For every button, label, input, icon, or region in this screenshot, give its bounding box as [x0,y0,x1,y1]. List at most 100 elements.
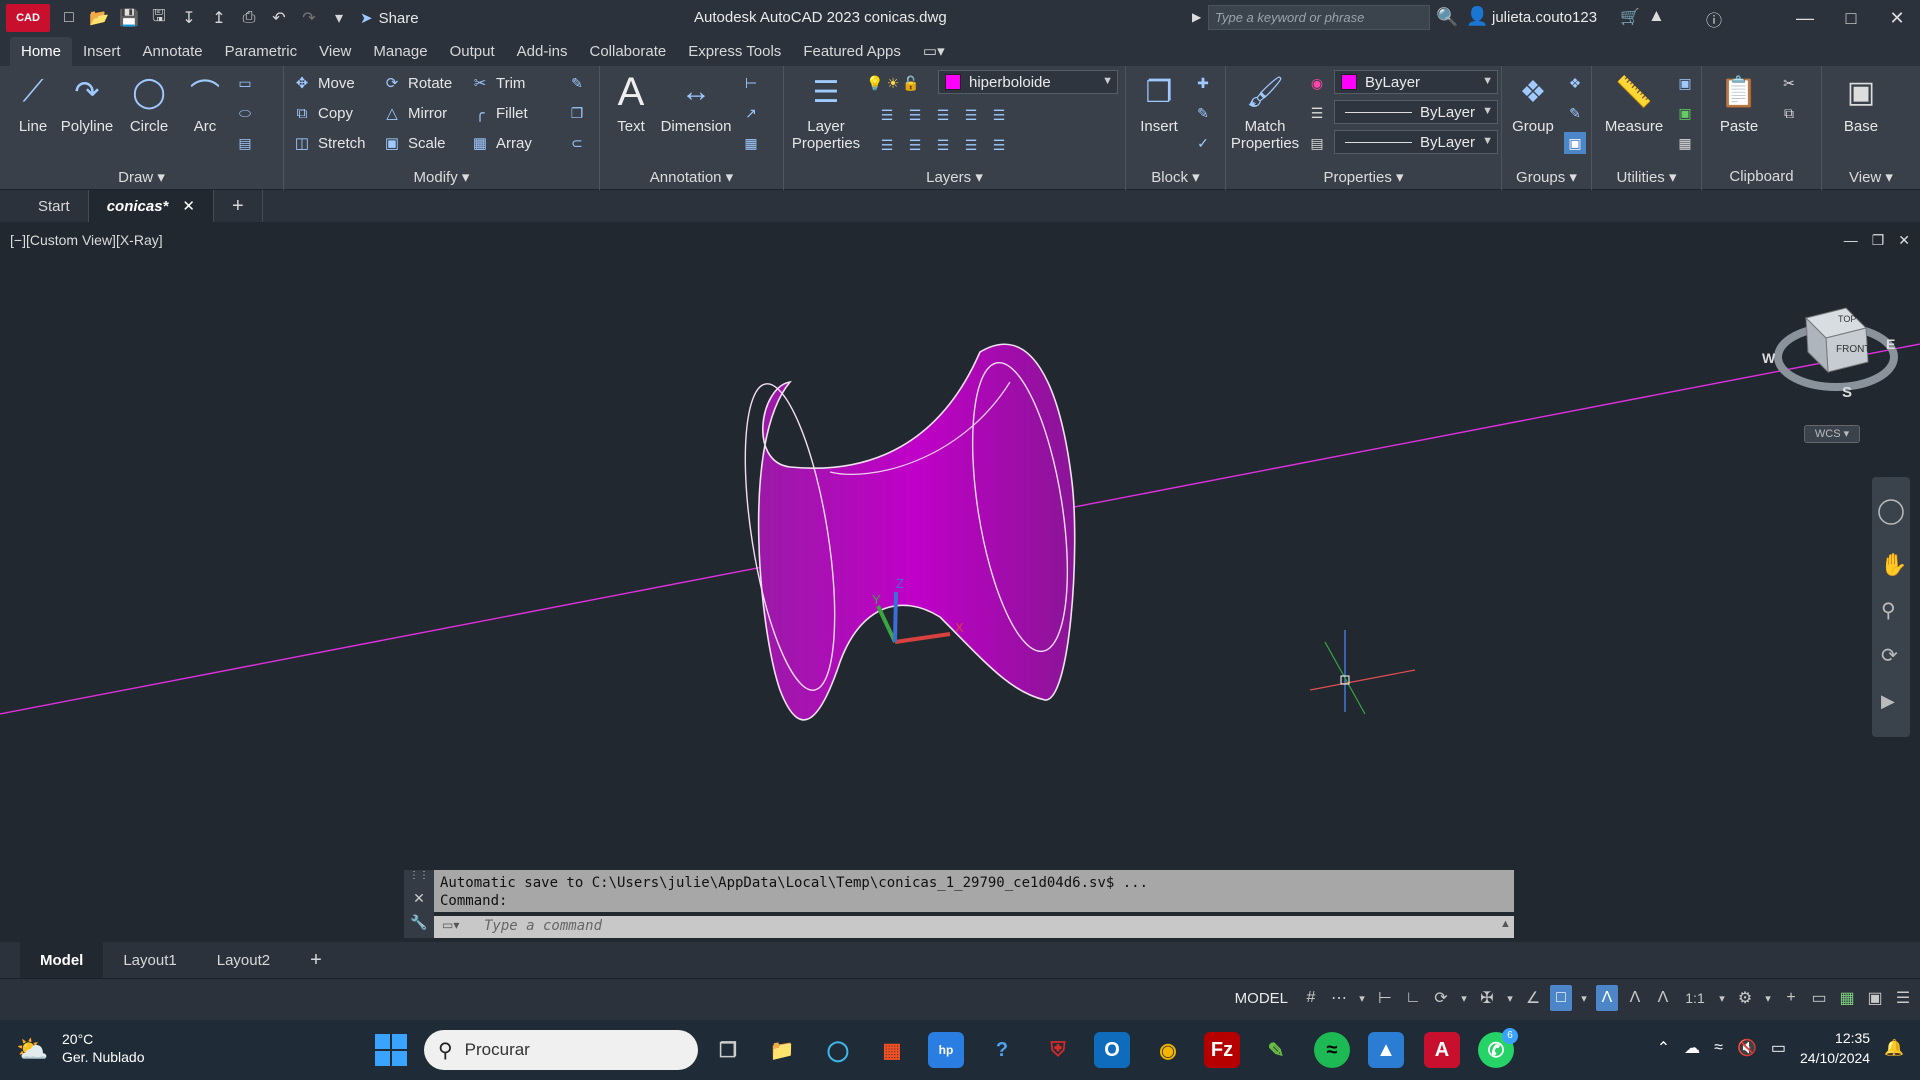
polar-dropdown-icon[interactable]: ▾ [1458,985,1470,1011]
model-space-button[interactable]: MODEL [1229,987,1294,1010]
tab-output[interactable]: Output [439,37,506,66]
array-button[interactable]: ▦ Array [470,130,532,156]
workspace-gear-icon[interactable]: ⚙ [1734,985,1756,1011]
ortho-icon[interactable]: ∟ [1402,985,1424,1011]
current-layer-dropdown[interactable]: hiperboloide ▼ [938,70,1118,94]
linetype-dropdown[interactable]: ByLayer ▼ [1334,100,1498,124]
tab-annotate[interactable]: Annotate [132,37,214,66]
grip-icon[interactable]: ⋮⋮ [404,870,434,890]
erase-icon[interactable]: ✎ [566,72,588,94]
file-explorer-icon[interactable]: 📁 [764,1032,800,1068]
chevron-right-icon[interactable]: ▶ [1192,10,1201,24]
close-icon[interactable]: ✕ [1874,0,1920,36]
save-icon[interactable]: 💾 [118,7,140,29]
tab-layout1[interactable]: Layout1 [103,942,196,978]
tab-start[interactable]: Start [20,190,89,222]
customization-menu-icon[interactable]: ☰ [1892,985,1914,1011]
notepad-icon[interactable]: ✎ [1258,1032,1294,1068]
annotation-scale-icon[interactable]: Λ [1652,985,1674,1011]
dynamic-input-icon[interactable]: ⊢ [1374,985,1396,1011]
tab-home[interactable]: Home [10,37,73,66]
select-all-icon[interactable]: ▣ [1674,102,1696,124]
undo-icon[interactable]: ↶ [268,7,290,29]
tab-layout2[interactable]: Layout2 [197,942,290,978]
calculator-icon[interactable]: ▦ [1674,132,1696,154]
workspace-dropdown-icon[interactable]: ▾ [1762,985,1774,1011]
annotation-panel-title[interactable]: Annotation ▾ [600,168,783,188]
object-snap-icon[interactable]: □ [1550,985,1572,1011]
zoom-icon[interactable]: ⚲ [1881,600,1896,622]
match-properties-button[interactable]: 🖌 Match Properties [1228,70,1302,153]
offset-icon[interactable]: ⊂ [566,132,588,154]
drawing-viewport[interactable]: [−][Custom View][X-Ray] — ❐ ✕ X Z Y ✋ ⚲ … [0,222,1920,940]
minimize-icon[interactable]: — [1782,0,1828,36]
layer-properties-button[interactable]: ☰ Layer Properties [788,70,864,153]
text-button[interactable]: A Text [600,70,662,136]
linear-dimension-icon[interactable]: ⊢ [740,72,762,94]
battery-icon[interactable]: ▭ [1771,1038,1786,1058]
microsoft-store-icon[interactable]: ▦ [874,1032,910,1068]
tray-overflow-icon[interactable]: ⌃ [1657,1038,1670,1058]
group-selection-icon[interactable]: ▣ [1564,132,1586,154]
command-close-icon[interactable]: ✕ [404,890,434,914]
polar-icon[interactable]: ⟳ [1430,985,1452,1011]
dimension-button[interactable]: ↔ Dimension [656,70,736,135]
compass-east[interactable]: E [1886,336,1895,352]
command-input[interactable]: Type a command [434,916,1514,938]
close-tab-icon[interactable]: ✕ [182,197,195,215]
hardware-acceleration-icon[interactable]: ▦ [1836,985,1858,1011]
color-dropdown[interactable]: ByLayer ▼ [1334,70,1498,94]
paint-icon[interactable]: ▲ [1368,1032,1404,1068]
isodraft-dropdown-icon[interactable]: ▾ [1504,985,1516,1011]
layer-tool-8-icon[interactable]: ☰ [932,134,954,156]
search-icon[interactable]: 🔍 [1436,7,1458,28]
recent-commands-icon[interactable]: ▭▾ [442,918,459,932]
weather-widget[interactable]: ⛅ 20°C Ger. Nublado [16,1030,145,1066]
lineweight-icon[interactable]: ☰ [1306,102,1328,124]
tab-insert[interactable]: Insert [72,37,132,66]
autocad-taskbar-icon[interactable]: A [1424,1032,1460,1068]
user-name[interactable]: julieta.couto123 [1492,9,1597,26]
help-icon[interactable]: ⓘ [1706,7,1722,31]
auto-scale-icon[interactable]: Λ [1624,985,1646,1011]
help-search-input[interactable]: Type a keyword or phrase [1208,5,1430,30]
layer-tool-9-icon[interactable]: ☰ [960,134,982,156]
taskbar-search[interactable]: ⚲ Procurar [424,1030,698,1070]
tab-add-ins[interactable]: Add-ins [506,37,579,66]
object-snap-tracking-icon[interactable]: ∠ [1522,985,1544,1011]
edit-block-icon[interactable]: ✎ [1192,102,1214,124]
snap-dropdown-icon[interactable]: ▾ [1356,985,1368,1011]
plus-icon[interactable]: + [1780,985,1802,1011]
groups-panel-title[interactable]: Groups ▾ [1502,168,1591,188]
layer-tool-1-icon[interactable]: ☰ [876,104,898,126]
lineweight-dropdown[interactable]: ByLayer ▼ [1334,130,1498,154]
filezilla-icon[interactable]: Fz [1204,1032,1240,1068]
redo-icon[interactable]: ↷ [298,7,320,29]
hp-app-icon[interactable]: hp [928,1032,964,1068]
chevron-up-icon[interactable]: ▲ [1500,918,1511,930]
layer-tool-10-icon[interactable]: ☰ [988,134,1010,156]
circle-button[interactable]: ◯ Circle [118,70,180,136]
cart-icon[interactable]: 🛒 [1620,7,1640,27]
notification-bell-icon[interactable]: 🔔 [1884,1038,1904,1058]
explode-icon[interactable]: ❐ [566,102,588,124]
pan-icon[interactable]: ✋ [1880,552,1907,577]
ribbon-options-icon[interactable]: ▭▾ [912,36,956,66]
layer-tool-4-icon[interactable]: ☰ [960,104,982,126]
transparency-icon[interactable]: ▤ [1306,132,1328,154]
wifi-icon[interactable]: ≈ [1714,1039,1723,1057]
lock-icon[interactable]: 🔓 [900,72,922,94]
layers-panel-title[interactable]: Layers ▾ [784,168,1125,188]
new-tab-icon[interactable]: + [214,190,263,222]
layer-tool-5-icon[interactable]: ☰ [988,104,1010,126]
group-edit-icon[interactable]: ✎ [1564,102,1586,124]
edit-attributes-icon[interactable]: ✓ [1192,132,1214,154]
orbit-icon[interactable]: ⟳ [1881,645,1898,667]
tab-view[interactable]: View [308,37,362,66]
autodesk-app-icon[interactable]: ▲ [1648,6,1665,26]
block-panel-title[interactable]: Block ▾ [1126,168,1225,188]
model-space-canvas[interactable]: X Z Y ✋ ⚲ ⟳ ▶ [0,222,1920,940]
tab-model[interactable]: Model [20,942,104,978]
new-file-icon[interactable]: □ [58,7,80,29]
leader-icon[interactable]: ↗ [740,102,762,124]
